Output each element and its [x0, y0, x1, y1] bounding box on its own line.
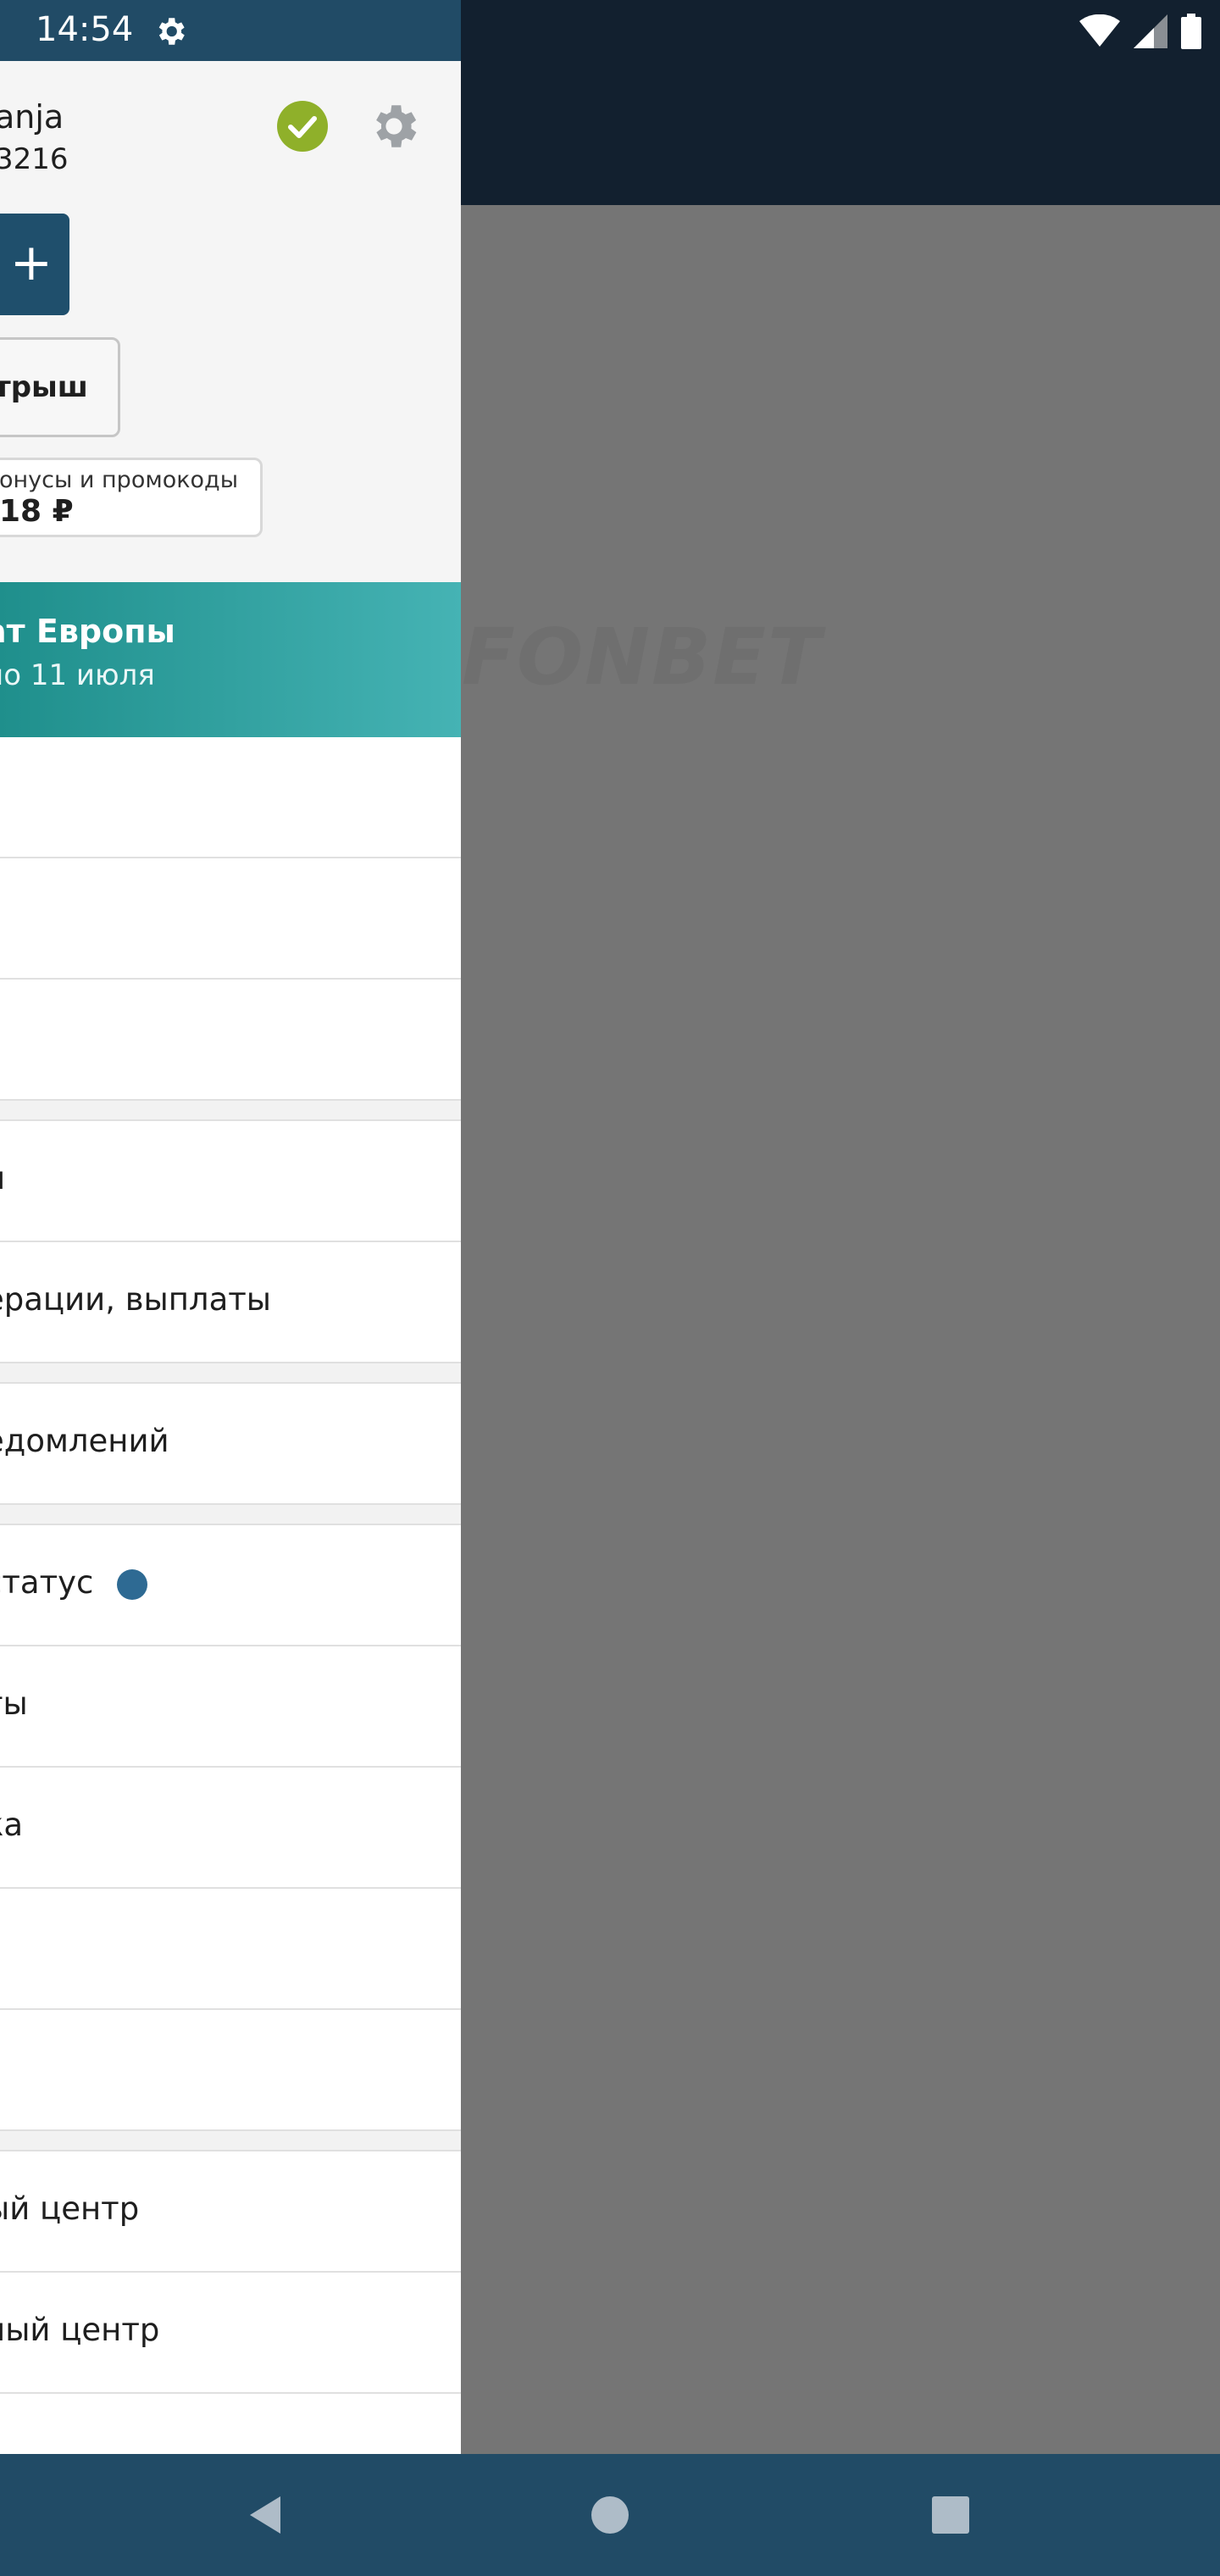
- menu-item[interactable]: [0, 1889, 461, 2010]
- menu-item-center[interactable]: ый центр: [0, 2151, 461, 2273]
- verified-check-icon: [277, 101, 328, 152]
- status-dot-icon: [117, 1568, 148, 1600]
- prize-draw-button[interactable]: трыш: [0, 337, 120, 437]
- bonus-card[interactable]: онусы и промокоды 18 ₽: [0, 458, 263, 537]
- menu-item-operations[interactable]: ерации, выплаты: [0, 1242, 461, 1363]
- menu-item-label: статус: [0, 1564, 148, 1601]
- app-bar: [461, 61, 1220, 205]
- menu-item-label: ерации, выплаты: [0, 1281, 272, 1318]
- signal-icon: [1134, 14, 1167, 48]
- battery-icon: [1181, 14, 1201, 49]
- menu-item[interactable]: [0, 858, 461, 980]
- menu-separator: [0, 1101, 461, 1121]
- menu-item-label: ый центр: [0, 2190, 140, 2227]
- menu-item-label: ный центр: [0, 2312, 160, 2348]
- menu-item-label: ка: [0, 1807, 24, 1843]
- menu-item[interactable]: [0, 980, 461, 1101]
- status-icons: [1079, 14, 1201, 49]
- wifi-icon: [1079, 14, 1120, 47]
- promo-title: ат Европы: [0, 613, 175, 650]
- menu-item-center-2[interactable]: ный центр: [0, 2273, 461, 2394]
- menu-item-label: ты: [0, 1685, 28, 1722]
- menu-separator: [0, 1363, 461, 1384]
- bonus-amount: 18 ₽: [0, 494, 74, 529]
- menu-item-label: едомлений: [0, 1423, 169, 1459]
- navigation-drawer: anja 3216 + трыш онусы и промокоды 18 ₽ …: [0, 61, 461, 2454]
- menu-separator: [0, 2131, 461, 2151]
- settings-icon: [158, 18, 185, 45]
- brand-watermark: FONBET: [462, 612, 823, 702]
- menu-item[interactable]: н: [0, 1121, 461, 1242]
- menu-item-status[interactable]: статус: [0, 1525, 461, 1646]
- status-label: статус: [0, 1564, 94, 1601]
- menu-separator: [0, 1505, 461, 1525]
- status-bar-left: 14:54: [0, 0, 461, 61]
- menu-item[interactable]: [0, 737, 461, 858]
- menu-item[interactable]: ты: [0, 1646, 461, 1768]
- menu-item[interactable]: [0, 2394, 461, 2454]
- bonus-label: онусы и промокоды: [0, 467, 239, 493]
- scrim-overlay[interactable]: [461, 205, 1220, 2454]
- menu-item-label: н: [0, 1160, 5, 1196]
- back-icon[interactable]: [241, 2490, 292, 2540]
- promo-subtitle: по 11 июля: [0, 658, 155, 692]
- menu-item[interactable]: [0, 2010, 461, 2131]
- menu-item[interactable]: ка: [0, 1768, 461, 1889]
- settings-gear-icon[interactable]: [366, 98, 422, 154]
- status-bar: 14:54: [0, 0, 1220, 61]
- status-time: 14:54: [36, 10, 134, 49]
- menu-item-notifications[interactable]: едомлений: [0, 1384, 461, 1505]
- home-icon[interactable]: [585, 2490, 635, 2540]
- drawer-menu: н ерации, выплаты едомлений статус ты ка…: [0, 737, 461, 2454]
- user-name: anja: [0, 98, 64, 136]
- drawer-header: anja 3216 + трыш онусы и промокоды 18 ₽: [0, 61, 461, 582]
- user-id: 3216: [0, 142, 69, 176]
- system-nav-bar: [0, 2454, 1220, 2576]
- promo-banner[interactable]: ат Европы по 11 июля: [0, 582, 461, 737]
- recents-icon[interactable]: [925, 2490, 976, 2540]
- deposit-button[interactable]: +: [0, 214, 69, 315]
